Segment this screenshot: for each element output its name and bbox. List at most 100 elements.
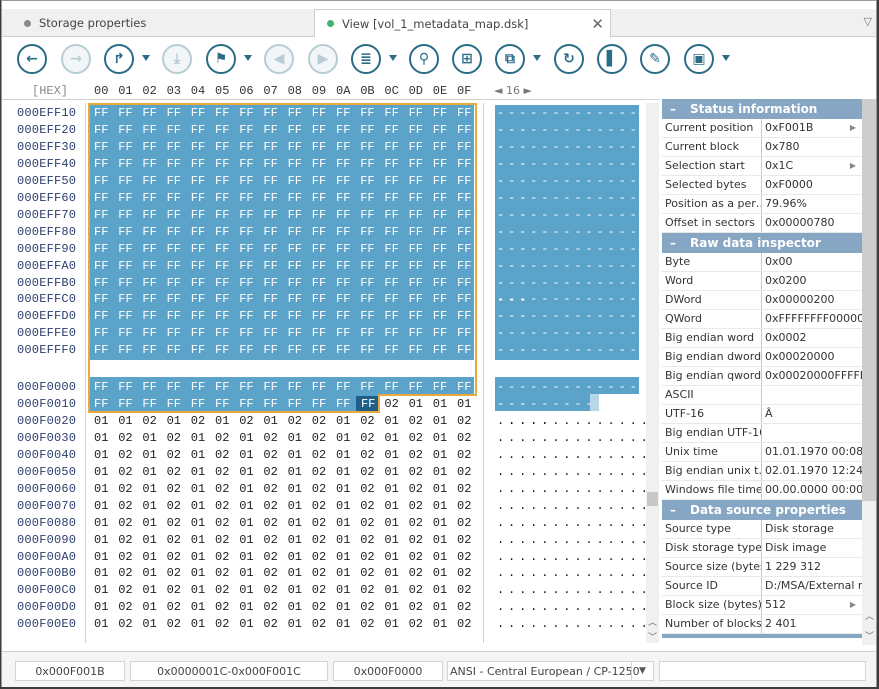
hex-byte[interactable]: FF	[409, 275, 433, 292]
hex-byte[interactable]: 02	[167, 549, 191, 566]
hex-byte[interactable]: 02	[215, 582, 239, 599]
hex-byte[interactable]: 02	[288, 413, 312, 430]
hex-byte[interactable]: FF	[167, 325, 191, 342]
hex-byte[interactable]: FF	[409, 139, 433, 156]
hex-byte[interactable]: FF	[239, 156, 263, 173]
hex-byte[interactable]: 01	[142, 447, 166, 464]
hex-byte[interactable]: 02	[360, 582, 384, 599]
hex-byte[interactable]: FF	[312, 275, 336, 292]
hex-byte[interactable]: FF	[336, 291, 360, 308]
hex-byte[interactable]: FF	[288, 156, 312, 173]
hex-byte[interactable]: FF	[191, 190, 215, 207]
hex-byte[interactable]: FF	[239, 190, 263, 207]
hex-byte[interactable]: 01	[336, 498, 360, 515]
hex-byte[interactable]: FF	[215, 325, 239, 342]
hex-byte[interactable]: FF	[167, 190, 191, 207]
hex-byte[interactable]: 02	[118, 582, 142, 599]
hex-byte[interactable]: FF	[215, 224, 239, 241]
hex-byte[interactable]: FF	[312, 342, 336, 359]
hex-byte[interactable]: FF	[312, 308, 336, 325]
hex-byte[interactable]: 02	[312, 481, 336, 498]
hex-byte[interactable]: FF	[288, 258, 312, 275]
hex-byte[interactable]: 01	[288, 464, 312, 481]
hex-byte[interactable]: 01	[239, 582, 263, 599]
hex-byte[interactable]: 01	[384, 515, 408, 532]
list-button[interactable]: ≣	[351, 44, 381, 74]
hex-byte[interactable]: FF	[409, 258, 433, 275]
hex-byte[interactable]: 02	[263, 532, 287, 549]
scroll-down-icon[interactable]: ﹀	[648, 630, 657, 643]
hex-byte[interactable]: FF	[312, 139, 336, 156]
hex-byte[interactable]: FF	[360, 156, 384, 173]
hex-byte[interactable]: FF	[239, 258, 263, 275]
encoding-select[interactable]: ANSI - Central European / CP-1250 ▼	[447, 661, 654, 681]
hex-byte[interactable]: 02	[167, 532, 191, 549]
hex-byte[interactable]: 01	[167, 413, 191, 430]
hex-byte[interactable]: FF	[457, 258, 481, 275]
hex-byte[interactable]: 01	[336, 413, 360, 430]
hex-byte[interactable]: 02	[263, 515, 287, 532]
hex-byte[interactable]: 01	[433, 481, 457, 498]
hex-byte[interactable]: FF	[142, 105, 166, 122]
hex-byte[interactable]: FF	[288, 105, 312, 122]
cursor-byte[interactable]: FF	[356, 395, 381, 413]
hex-byte[interactable]: 02	[215, 549, 239, 566]
hex-byte[interactable]: FF	[312, 207, 336, 224]
hex-byte[interactable]: FF	[384, 325, 408, 342]
hex-byte[interactable]: 02	[360, 413, 384, 430]
hex-byte[interactable]: 02	[384, 396, 408, 413]
hex-byte[interactable]: 02	[118, 481, 142, 498]
hex-byte[interactable]: FF	[191, 105, 215, 122]
property-row[interactable]: Big endian qword 0x00020000FFFFFF	[662, 367, 862, 386]
hex-byte[interactable]: 01	[142, 565, 166, 582]
text-preview-area[interactable]: ---------------- ---------------- --------…	[486, 103, 670, 643]
hex-byte[interactable]: FF	[142, 139, 166, 156]
hex-byte[interactable]: 01	[336, 430, 360, 447]
hex-byte[interactable]: FF	[433, 258, 457, 275]
hex-byte[interactable]: 02	[312, 447, 336, 464]
hex-byte[interactable]: FF	[191, 173, 215, 190]
hex-byte[interactable]: 01	[94, 599, 118, 616]
hex-byte[interactable]: 01	[94, 481, 118, 498]
hex-byte[interactable]: 02	[312, 498, 336, 515]
hex-byte[interactable]: 02	[167, 464, 191, 481]
hex-byte[interactable]: 01	[142, 498, 166, 515]
hex-byte[interactable]: 02	[263, 464, 287, 481]
hex-byte[interactable]: 01	[94, 464, 118, 481]
hex-byte[interactable]: 02	[263, 599, 287, 616]
save-dropdown-chevron-down-icon[interactable]	[722, 55, 730, 61]
hex-byte[interactable]: FF	[360, 275, 384, 292]
hex-byte[interactable]: FF	[409, 207, 433, 224]
hex-byte[interactable]: 02	[118, 515, 142, 532]
hex-byte[interactable]: 01	[288, 616, 312, 633]
hex-byte[interactable]: FF	[167, 291, 191, 308]
hex-byte[interactable]: FF	[215, 342, 239, 359]
hex-byte[interactable]: 01	[288, 549, 312, 566]
hex-byte[interactable]: FF	[433, 207, 457, 224]
hex-byte[interactable]: 01	[433, 396, 457, 413]
hex-byte[interactable]: FF	[409, 342, 433, 359]
section-header-data-source-properties[interactable]: – Data source properties	[662, 500, 862, 520]
hex-byte[interactable]: FF	[191, 325, 215, 342]
hex-byte[interactable]: 01	[191, 447, 215, 464]
hex-byte[interactable]: 02	[215, 599, 239, 616]
scroll-up-icon[interactable]: ︿	[865, 609, 874, 622]
hex-byte[interactable]: FF	[239, 308, 263, 325]
hex-byte[interactable]: 01	[433, 616, 457, 633]
hex-byte[interactable]: 01	[433, 549, 457, 566]
hex-byte[interactable]: FF	[142, 156, 166, 173]
hex-byte[interactable]: 02	[263, 565, 287, 582]
hex-byte[interactable]: FF	[263, 122, 287, 139]
hex-byte[interactable]: FF	[239, 396, 263, 413]
hex-byte[interactable]: FF	[142, 291, 166, 308]
prev-bookmark-button[interactable]: ◀	[264, 44, 294, 74]
hex-byte[interactable]: FF	[312, 325, 336, 342]
hex-byte[interactable]: FF	[384, 342, 408, 359]
property-row[interactable]: Unix time01.01.1970 00:08:3	[662, 443, 862, 462]
hex-byte[interactable]: 02	[457, 498, 481, 515]
hex-byte[interactable]: 01	[288, 532, 312, 549]
hex-byte[interactable]: 01	[336, 532, 360, 549]
hex-byte[interactable]: 02	[360, 599, 384, 616]
hex-byte[interactable]: FF	[288, 122, 312, 139]
hex-byte[interactable]: 02	[457, 430, 481, 447]
